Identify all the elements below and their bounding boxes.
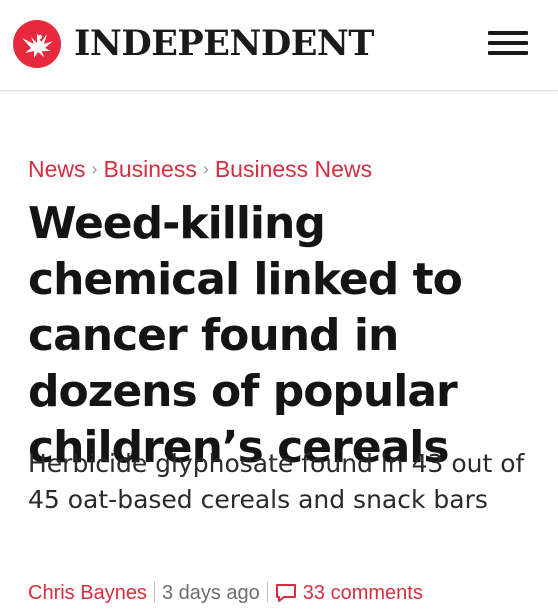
brand-wordmark[interactable]: INDEPENDENT <box>74 22 374 66</box>
breadcrumb: News › Business › Business News <box>28 154 372 186</box>
author-link[interactable]: Chris Baynes <box>28 582 147 604</box>
breadcrumb-separator: › <box>91 159 98 179</box>
hamburger-menu-icon[interactable] <box>488 29 530 57</box>
eagle-logo-icon[interactable] <box>13 20 61 68</box>
breadcrumb-news[interactable]: News <box>28 156 86 182</box>
article-headline: Weed-killing chemical linked to cancer f… <box>28 198 463 473</box>
byline-divider <box>266 582 268 602</box>
breadcrumb-business-news[interactable]: Business News <box>215 156 372 182</box>
publish-time: 3 days ago <box>161 582 260 604</box>
byline: Chris Baynes 3 days ago 33 comments <box>28 579 423 611</box>
byline-divider <box>153 582 155 602</box>
comments-link[interactable]: 33 comments <box>275 582 423 604</box>
site-header: INDEPENDENT <box>0 0 558 91</box>
comments-count: 33 comments <box>302 582 423 604</box>
breadcrumb-business[interactable]: Business <box>104 156 197 182</box>
article-standfirst: Herbicide glyphosate found in 43 out of … <box>28 449 525 514</box>
breadcrumb-separator: › <box>202 159 209 179</box>
comment-bubble-icon <box>275 583 297 611</box>
